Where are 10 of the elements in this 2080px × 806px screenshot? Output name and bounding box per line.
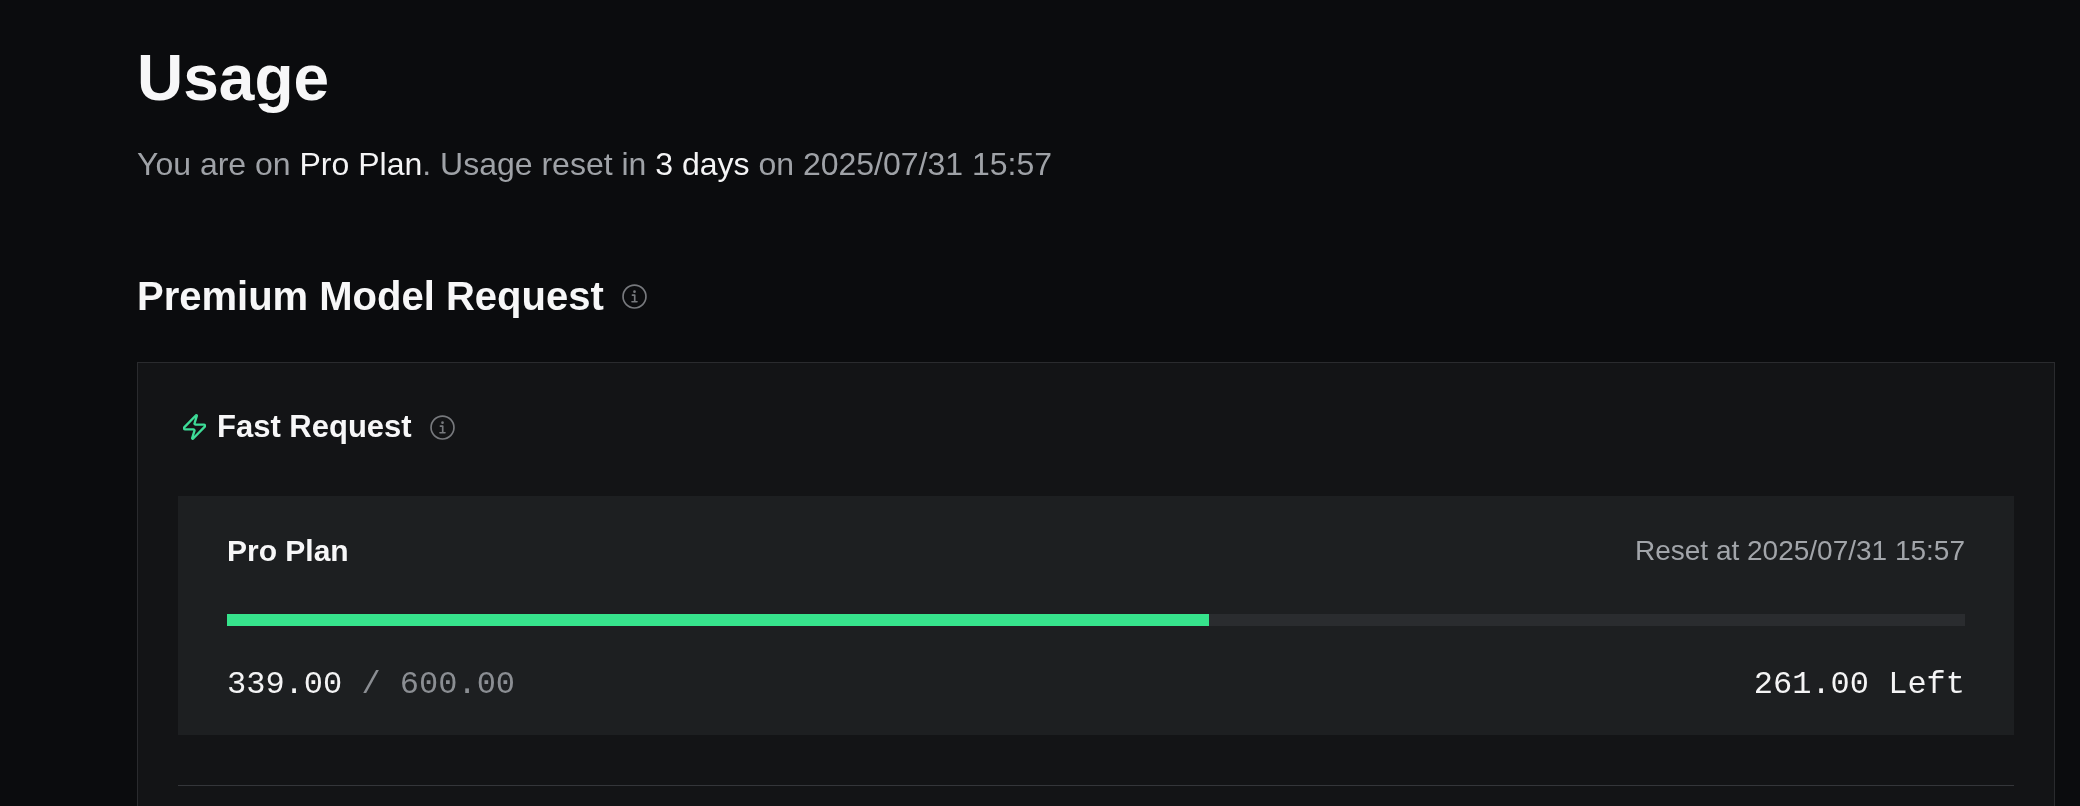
section-title: Premium Model Request — [137, 273, 604, 320]
lightning-bolt-icon — [183, 413, 206, 441]
info-icon[interactable] — [621, 283, 647, 309]
remaining-count: 261.00 Left — [1753, 665, 1965, 705]
plan-name: Pro Plan — [227, 533, 349, 569]
info-icon[interactable] — [429, 414, 455, 440]
reset-time: Reset at 2025/07/31 15:57 — [1634, 534, 1965, 568]
plan-summary: You are on Pro Plan. Usage reset in 3 days on 2025/07/31 15:57 — [137, 145, 1053, 184]
group-title: Fast Request — [217, 408, 412, 446]
usage-count: 339.00 / 600.00 — [227, 665, 516, 705]
